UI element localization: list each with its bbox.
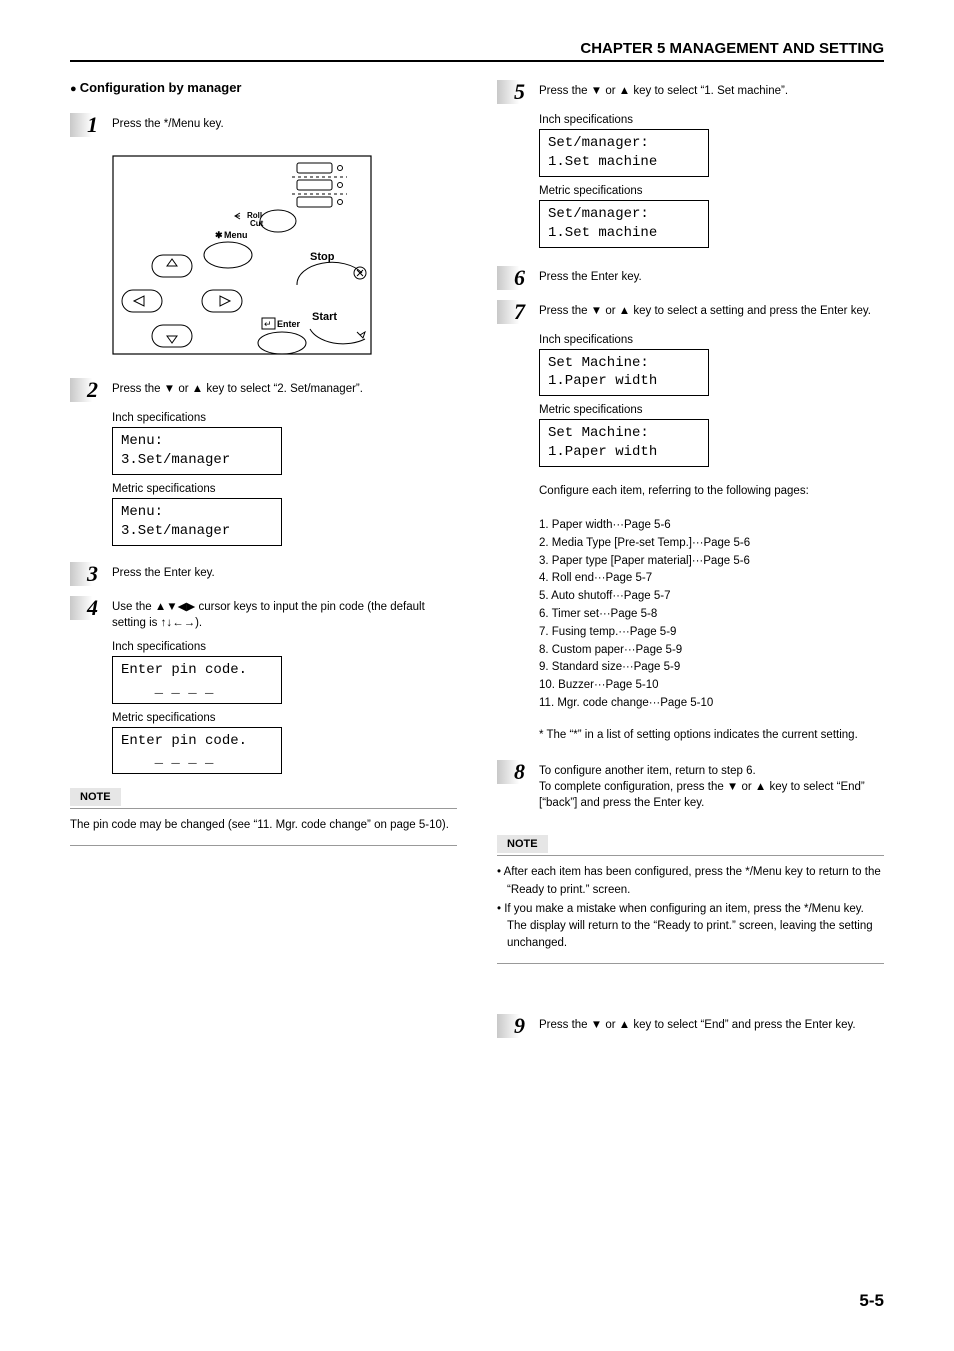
note-bullet: • After each item has been configured, p… — [497, 864, 884, 899]
divider — [497, 963, 884, 964]
step-num: 8 — [514, 759, 525, 785]
config-footnote: * The “*” in a list of setting options i… — [539, 727, 884, 744]
step-text: Press the Enter key. — [539, 266, 884, 285]
step-6: 6 Press the Enter key. — [497, 266, 884, 290]
step-num-box: 3 — [70, 562, 102, 586]
step-5: 5 Press the ▼ or ▲ key to select “1. Set… — [497, 80, 884, 104]
step-num: 2 — [87, 377, 98, 403]
step-num: 1 — [87, 112, 98, 138]
spec-metric-label: Metric specifications — [112, 712, 457, 724]
step-4: 4 Use the ▲▼◀▶ cursor keys to input the … — [70, 596, 457, 631]
step-num: 7 — [514, 299, 525, 325]
step-num-box: 6 — [497, 266, 529, 290]
spec-metric-label: Metric specifications — [112, 483, 457, 495]
step-num-box: 2 — [70, 378, 102, 402]
enter-icon: ↵ — [264, 319, 272, 329]
lcd-display: Menu: 3.Set/manager — [112, 498, 282, 546]
step-num: 6 — [514, 265, 525, 291]
list-item: 7. Fusing temp.···Page 5-9 — [539, 624, 884, 642]
step-num-box: 1 — [70, 113, 102, 137]
spec-inch-label: Inch specifications — [112, 412, 457, 424]
step-8: 8 To configure another item, return to s… — [497, 760, 884, 811]
lcd-display: Set Machine: 1.Paper width — [539, 349, 709, 397]
right-column: 5 Press the ▼ or ▲ key to select “1. Set… — [497, 80, 884, 1048]
step-1: 1 Press the */Menu key. — [70, 113, 457, 137]
start-label: Start — [312, 311, 337, 323]
note-label: NOTE — [70, 788, 121, 806]
section-title: Configuration by manager — [70, 80, 457, 95]
svg-text:Cut: Cut — [250, 219, 264, 228]
control-panel-illustration: Roll Cut ✱ Menu Stop ↵ Enter — [112, 155, 372, 355]
divider — [497, 855, 884, 856]
list-item: 11. Mgr. code change···Page 5-10 — [539, 695, 884, 713]
step-num-box: 9 — [497, 1014, 529, 1038]
lcd-display: Enter pin code. _ _ _ _ — [112, 727, 282, 775]
spec-metric-label: Metric specifications — [539, 404, 884, 416]
divider — [70, 808, 457, 809]
list-item: 10. Buzzer···Page 5-10 — [539, 677, 884, 695]
step-text: To configure another item, return to ste… — [539, 760, 884, 811]
step-num: 3 — [87, 561, 98, 587]
list-item: 6. Timer set···Page 5-8 — [539, 606, 884, 624]
list-item: 9. Standard size···Page 5-9 — [539, 659, 884, 677]
list-item: 8. Custom paper···Page 5-9 — [539, 642, 884, 660]
note-text: The pin code may be changed (see “11. Mg… — [70, 817, 457, 834]
menu-label: Menu — [224, 230, 248, 240]
step-num: 4 — [87, 595, 98, 621]
menu-star-icon: ✱ — [215, 230, 223, 240]
step-num: 9 — [514, 1013, 525, 1039]
stop-label: Stop — [310, 251, 335, 263]
step-text: Press the ▼ or ▲ key to select “2. Set/m… — [112, 378, 457, 397]
list-item: 4. Roll end···Page 5-7 — [539, 570, 884, 588]
lcd-display: Set/manager: 1.Set machine — [539, 129, 709, 177]
step-num-box: 8 — [497, 760, 529, 784]
spec-metric-label: Metric specifications — [539, 185, 884, 197]
step-text: Press the Enter key. — [112, 562, 457, 581]
note-bullets: • After each item has been configured, p… — [497, 864, 884, 952]
lcd-display: Enter pin code. _ _ _ _ — [112, 656, 282, 704]
list-item: 3. Paper type [Paper material]···Page 5-… — [539, 553, 884, 571]
list-item: 5. Auto shutoff···Page 5-7 — [539, 588, 884, 606]
config-page-list: 1. Paper width···Page 5-6 2. Media Type … — [539, 517, 884, 713]
spec-inch-label: Inch specifications — [112, 641, 457, 653]
step-3: 3 Press the Enter key. — [70, 562, 457, 586]
step-9: 9 Press the ▼ or ▲ key to select “End” a… — [497, 1014, 884, 1038]
step-text: Press the ▼ or ▲ key to select “End” and… — [539, 1014, 884, 1033]
note-label: NOTE — [497, 835, 548, 853]
step-text: Use the ▲▼◀▶ cursor keys to input the pi… — [112, 596, 457, 631]
spec-inch-label: Inch specifications — [539, 114, 884, 126]
note-bullet: • If you make a mistake when configuring… — [497, 901, 884, 953]
spec-inch-label: Inch specifications — [539, 334, 884, 346]
step-num-box: 5 — [497, 80, 529, 104]
left-column: Configuration by manager 1 Press the */M… — [70, 80, 457, 1048]
step-num-box: 7 — [497, 300, 529, 324]
lcd-display: Menu: 3.Set/manager — [112, 427, 282, 475]
step-text: Press the ▼ or ▲ key to select “1. Set m… — [539, 80, 884, 99]
step-text: Press the ▼ or ▲ key to select a setting… — [539, 300, 884, 319]
step-2: 2 Press the ▼ or ▲ key to select “2. Set… — [70, 378, 457, 402]
step-text: Press the */Menu key. — [112, 113, 457, 132]
step-7: 7 Press the ▼ or ▲ key to select a setti… — [497, 300, 884, 324]
page-number: 5-5 — [859, 1291, 884, 1311]
list-item: 2. Media Type [Pre-set Temp.]···Page 5-6 — [539, 535, 884, 553]
step-num: 5 — [514, 79, 525, 105]
lcd-display: Set/manager: 1.Set machine — [539, 200, 709, 248]
list-item: 1. Paper width···Page 5-6 — [539, 517, 884, 535]
config-intro: Configure each item, referring to the fo… — [539, 483, 884, 501]
step-num-box: 4 — [70, 596, 102, 620]
chapter-header: CHAPTER 5 MANAGEMENT AND SETTING — [70, 40, 884, 62]
enter-label: Enter — [277, 319, 301, 329]
divider — [70, 845, 457, 846]
lcd-display: Set Machine: 1.Paper width — [539, 419, 709, 467]
